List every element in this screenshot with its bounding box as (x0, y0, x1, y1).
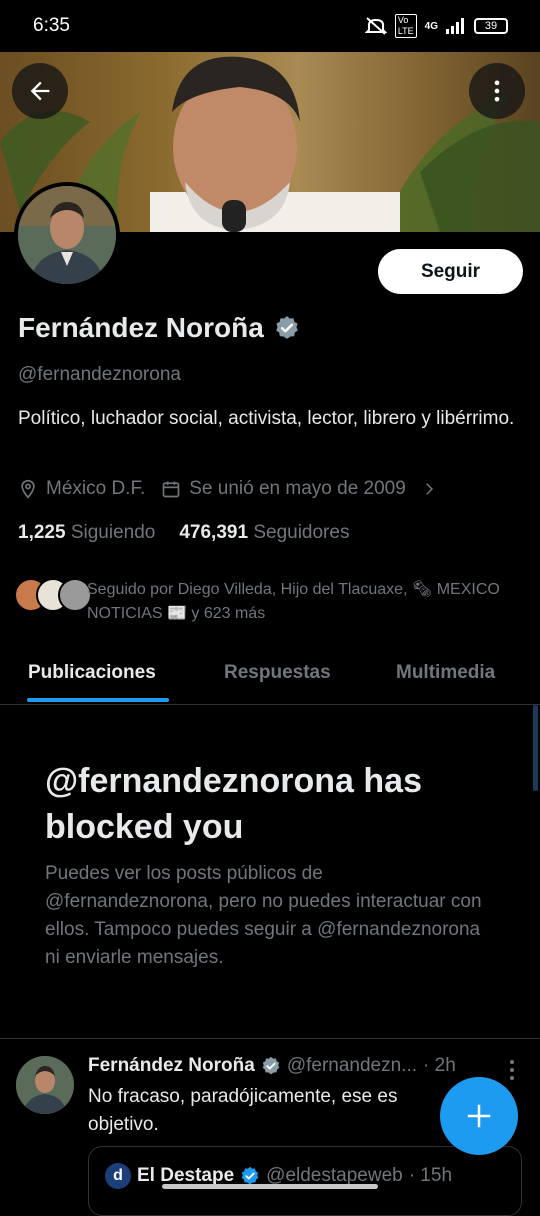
following-label: Siguiendo (70, 522, 156, 543)
profile-avatar[interactable] (14, 182, 120, 288)
profile-bio: Político, luchador social, activista, le… (18, 408, 515, 429)
profile-joined: Se unió en mayo de 2009 (189, 478, 406, 499)
follow-button[interactable]: Seguir (378, 249, 523, 294)
calendar-icon (162, 481, 180, 498)
followed-by-avatars[interactable] (14, 578, 92, 612)
blocked-title: @fernandeznorona has blocked you (45, 762, 422, 846)
tweet-author-name[interactable]: Fernández Noroña (88, 1055, 255, 1077)
tweet-header: Fernández Noroña @fernandezn... · 2h (88, 1055, 456, 1077)
plus-icon (467, 1104, 491, 1128)
arrow-left-icon (30, 81, 50, 101)
quoted-tweet[interactable]: d El Destape @eldestapeweb · 15h (88, 1146, 522, 1216)
battery-level: 39 (484, 20, 498, 32)
tab-multimedia[interactable]: Multimedia (396, 662, 495, 684)
followers-link[interactable]: 476,391 Seguidores (179, 522, 349, 544)
back-button[interactable] (12, 63, 68, 119)
tab-publicaciones[interactable]: Publicaciones (28, 662, 156, 684)
quoted-avatar: d (105, 1163, 131, 1189)
divider (0, 1038, 540, 1039)
verified-badge-icon[interactable] (274, 315, 300, 341)
verified-badge-icon (241, 1166, 259, 1185)
tweet-more-icon[interactable] (502, 1058, 522, 1082)
tweet-text: No fracaso, paradójicamente, ese es obje… (88, 1086, 398, 1135)
tab-respuestas[interactable]: Respuestas (224, 662, 331, 684)
avatar-photo (18, 186, 116, 284)
tweet-avatar[interactable] (16, 1056, 74, 1114)
profile-location: México D.F. (46, 478, 146, 499)
followers-count: 476,391 (179, 522, 249, 543)
profile-handle: @fernandeznorona (18, 364, 181, 385)
mute-icon (364, 17, 387, 35)
profile-meta: México D.F. Se unió en mayo de 2009 (18, 478, 438, 500)
status-time: 6:35 (33, 15, 70, 36)
location-pin-icon (21, 479, 35, 499)
chevron-right-icon[interactable] (420, 480, 438, 498)
home-indicator[interactable] (162, 1184, 378, 1189)
followed-by-text[interactable]: Seguido por Diego Villeda, Hijo del Tlac… (87, 578, 507, 626)
profile-name-row: Fernández Noroña (18, 312, 300, 344)
verified-badge-icon (262, 1056, 280, 1075)
more-options-button[interactable] (469, 63, 525, 119)
followers-label: Seguidores (253, 522, 350, 543)
more-vertical-icon (494, 80, 500, 102)
tweet-author-handle: @fernandezn... (286, 1055, 418, 1076)
active-tab-indicator (27, 698, 169, 702)
profile-name: Fernández Noroña (18, 312, 264, 343)
tweet-time: · 2h (423, 1055, 456, 1076)
network-label: 4G (424, 20, 438, 32)
signal-icon (446, 18, 464, 34)
quoted-time: · 15h (408, 1165, 453, 1186)
battery-icon: 39 (474, 18, 508, 34)
following-count: 1,225 (18, 522, 66, 543)
scrollbar[interactable] (533, 705, 538, 791)
tweet-avatar-photo (16, 1056, 74, 1114)
profile-stats: 1,225 Siguiendo 476,391 Seguidores (18, 522, 349, 544)
volte-icon: Vo LTE (394, 14, 417, 38)
following-link[interactable]: 1,225 Siguiendo (18, 522, 155, 544)
blocked-description: Puedes ver los posts públicos de @fernan… (45, 863, 482, 968)
profile-tabs: Publicaciones Respuestas Multimedia (0, 648, 540, 705)
compose-button[interactable] (440, 1077, 518, 1155)
status-icons: Vo LTE 4G 39 (364, 14, 508, 38)
status-bar: 6:35 Vo LTE 4G 39 (0, 0, 540, 52)
